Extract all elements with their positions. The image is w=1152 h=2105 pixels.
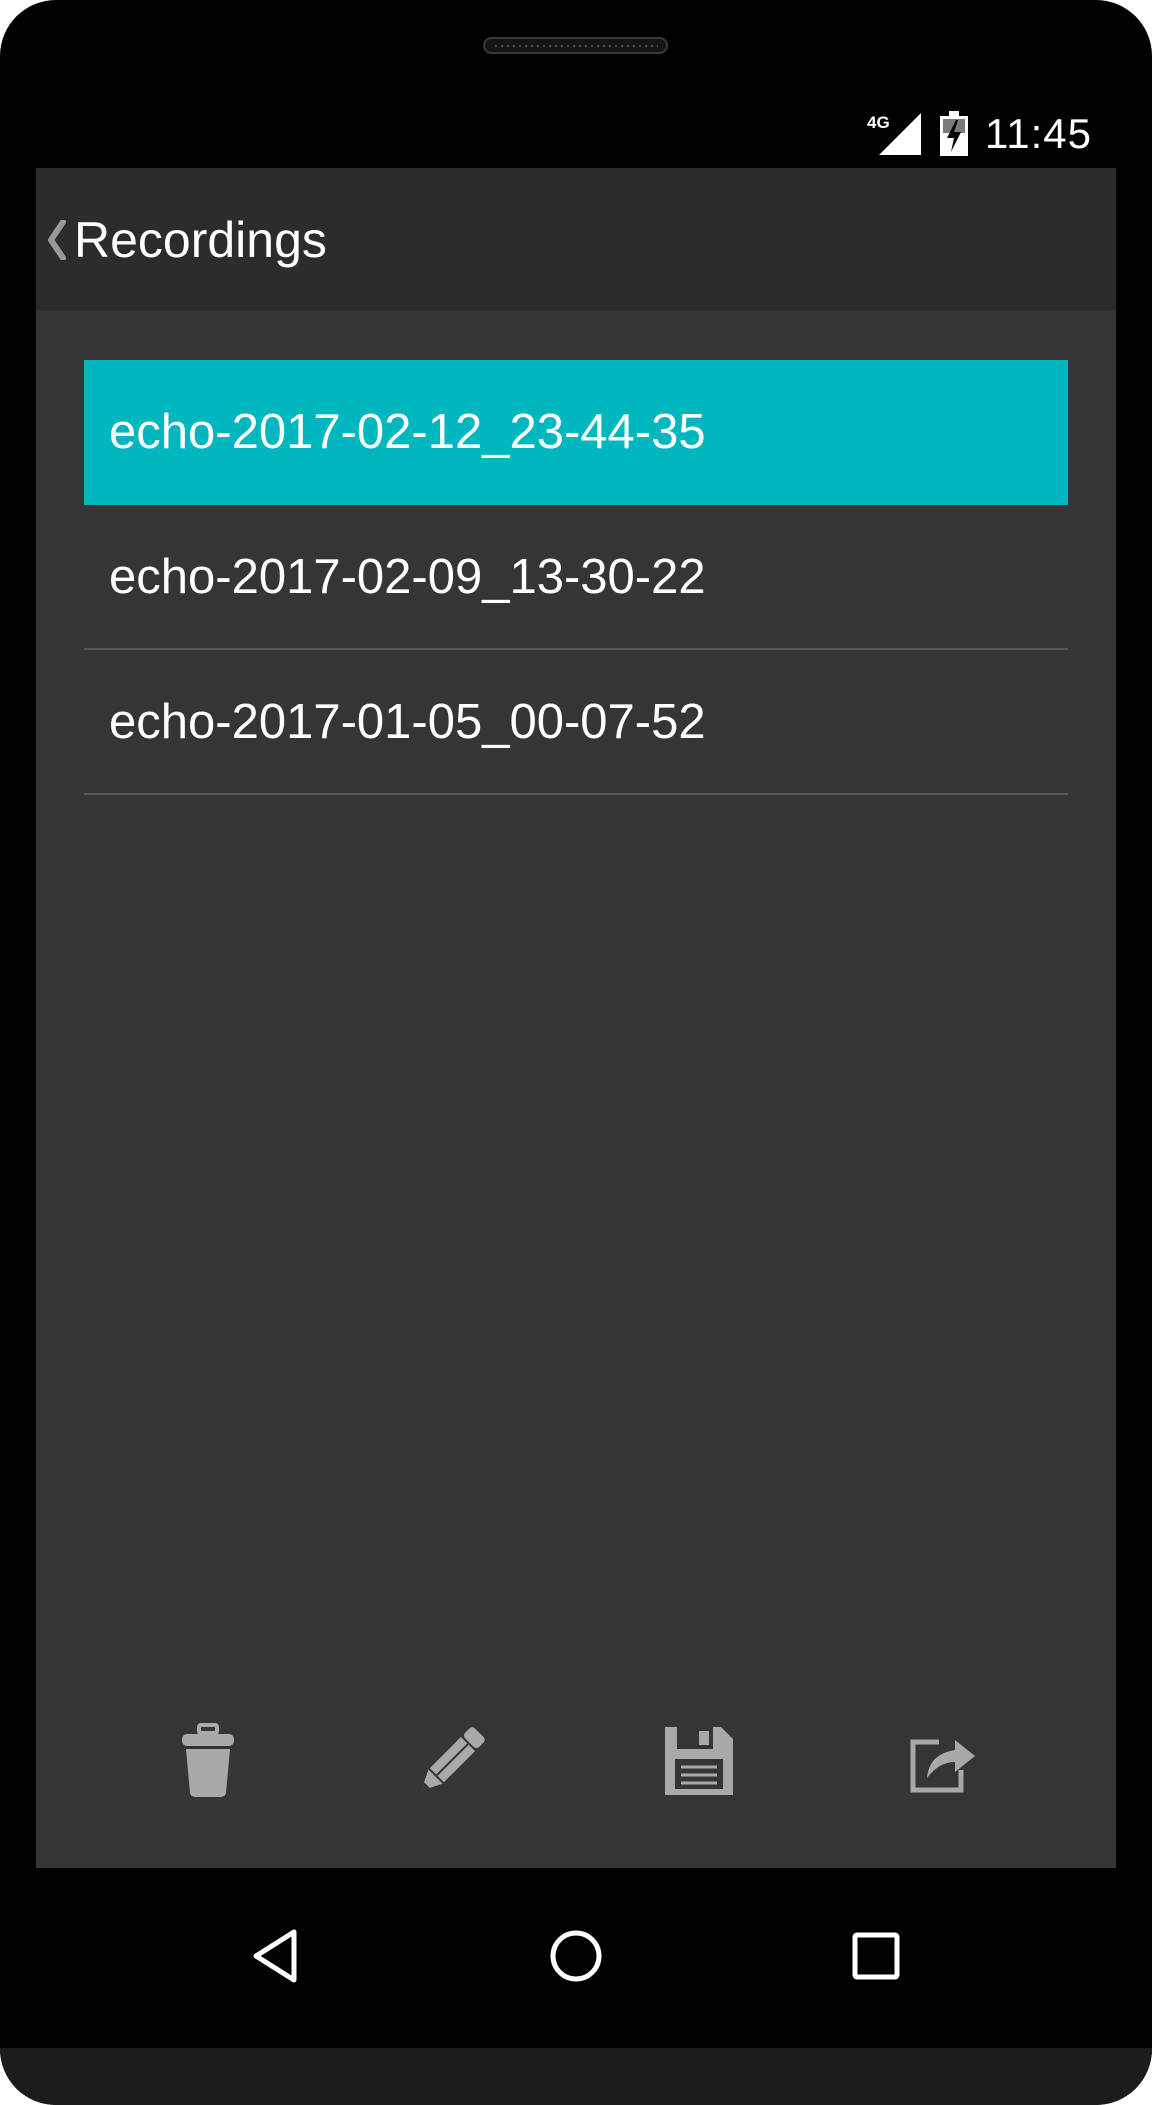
app-screen: Recordings echo-2017-02-12_23-44-35 echo… bbox=[36, 168, 1116, 1868]
delete-button[interactable] bbox=[153, 1708, 263, 1818]
rename-button[interactable] bbox=[396, 1708, 506, 1818]
pencil-icon bbox=[409, 1719, 493, 1808]
trash-icon bbox=[178, 1722, 238, 1804]
nav-recents-button[interactable] bbox=[826, 1908, 926, 2008]
recording-name: echo-2017-02-12_23-44-35 bbox=[109, 404, 706, 459]
list-item[interactable]: echo-2017-02-12_23-44-35 bbox=[84, 360, 1068, 505]
signal-4g-icon: 4G bbox=[867, 111, 923, 157]
share-icon bbox=[909, 1728, 979, 1799]
status-bar: 4G 11:45 bbox=[36, 100, 1116, 168]
status-clock: 11:45 bbox=[985, 110, 1092, 157]
save-button[interactable] bbox=[644, 1708, 754, 1818]
recording-name: echo-2017-02-09_13-30-22 bbox=[109, 549, 706, 604]
nav-back-button[interactable] bbox=[226, 1908, 326, 2008]
phone-frame: 4G 11:45 Recordings echo-2017-02-12_23-4… bbox=[0, 0, 1152, 2105]
back-triangle-icon bbox=[246, 1926, 306, 1991]
network-type-label: 4G bbox=[867, 113, 890, 132]
earpiece-speaker bbox=[483, 37, 668, 54]
share-button[interactable] bbox=[889, 1708, 999, 1818]
action-bar: Recordings bbox=[36, 168, 1116, 311]
recents-square-icon bbox=[846, 1926, 906, 1991]
chevron-left-icon[interactable] bbox=[46, 219, 66, 260]
nav-home-button[interactable] bbox=[526, 1908, 626, 2008]
battery-charging-icon bbox=[939, 111, 969, 157]
device-bottom-bezel bbox=[0, 2048, 1152, 2105]
status-icons: 4G 11:45 bbox=[867, 100, 1092, 168]
page-title[interactable]: Recordings bbox=[74, 211, 327, 269]
bottom-toolbar bbox=[36, 1708, 1116, 1828]
list-item[interactable]: echo-2017-01-05_00-07-52 bbox=[84, 650, 1068, 795]
home-circle-icon bbox=[546, 1926, 606, 1991]
recording-name: echo-2017-01-05_00-07-52 bbox=[109, 694, 706, 749]
recordings-list: echo-2017-02-12_23-44-35 echo-2017-02-09… bbox=[84, 360, 1068, 795]
save-icon bbox=[663, 1725, 735, 1802]
system-navigation-bar bbox=[0, 1868, 1152, 2048]
list-item[interactable]: echo-2017-02-09_13-30-22 bbox=[84, 505, 1068, 650]
